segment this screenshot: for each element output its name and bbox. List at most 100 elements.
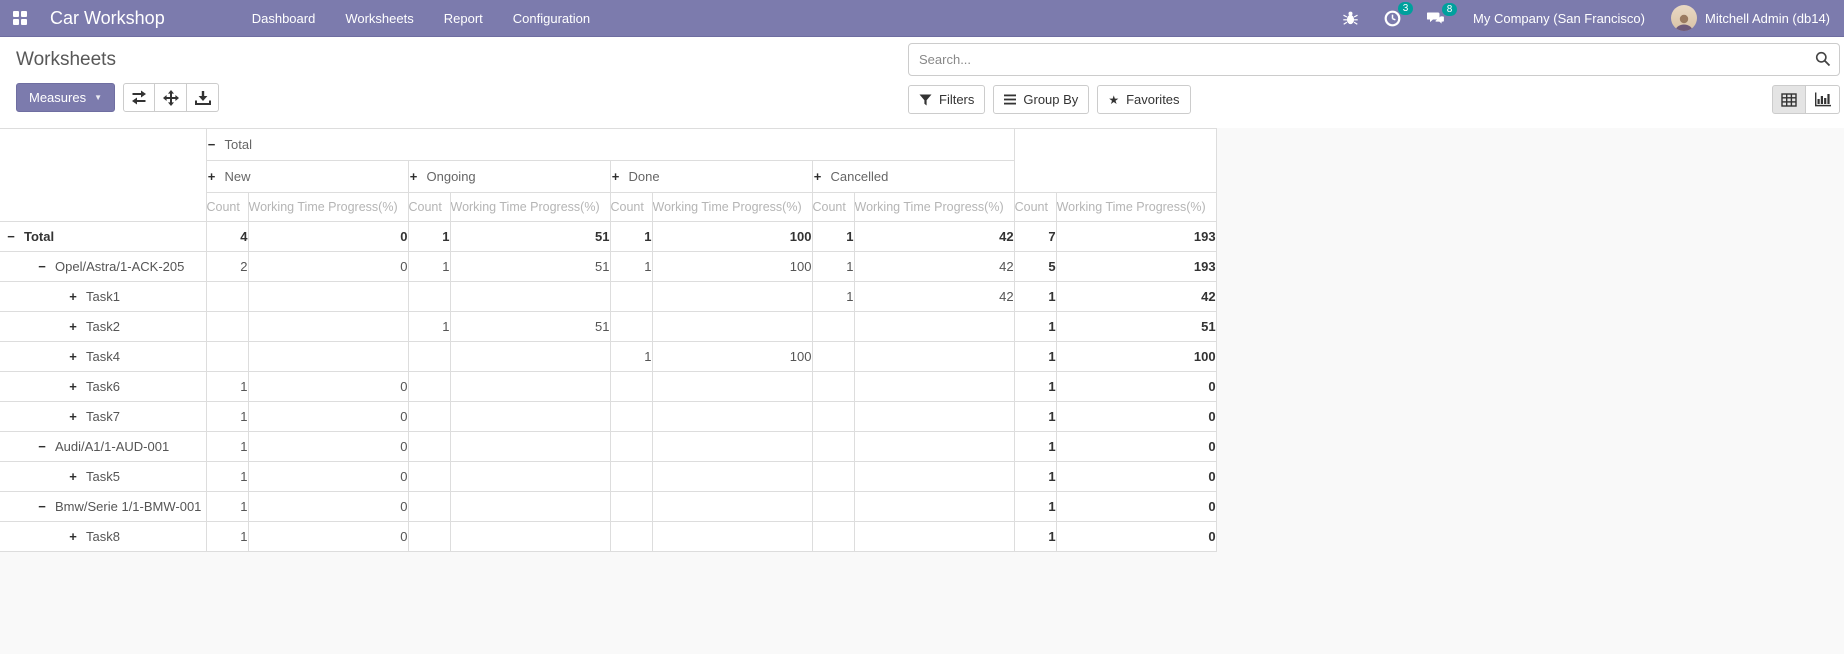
row-label: Task8: [86, 529, 120, 544]
col-group-cancelled[interactable]: +Cancelled: [812, 161, 1014, 193]
row-header-task4[interactable]: +Task4: [0, 342, 206, 372]
row-header-bmw-serie-1-1-bmw-001[interactable]: −Bmw/Serie 1/1-BMW-001: [0, 492, 206, 522]
pivot-cell: [408, 492, 450, 522]
col-group-total[interactable]: −Total: [206, 129, 1014, 161]
pivot-cell: [652, 522, 812, 552]
search-icon[interactable]: [1815, 51, 1831, 67]
pivot-cell: [450, 402, 610, 432]
pivot-cell: [408, 522, 450, 552]
user-menu[interactable]: Mitchell Admin (db14): [1705, 11, 1830, 26]
measure-header-working-time-progress[interactable]: Working Time Progress(%): [450, 193, 610, 222]
pivot-cell: 1: [408, 252, 450, 282]
row-label: Task4: [86, 349, 120, 364]
activities-button[interactable]: 3: [1384, 10, 1401, 27]
activity-count-badge: 3: [1398, 2, 1413, 15]
pivot-cell: [450, 492, 610, 522]
pivot-cell: 0: [248, 372, 408, 402]
row-label: Total: [24, 229, 54, 244]
table-row: +Task51010: [0, 462, 1216, 492]
apps-grid-icon: [13, 11, 27, 25]
row-header-task7[interactable]: +Task7: [0, 402, 206, 432]
pivot-cell: [812, 492, 854, 522]
row-header-task1[interactable]: +Task1: [0, 282, 206, 312]
measure-header-working-time-progress[interactable]: Working Time Progress(%): [854, 193, 1014, 222]
navbar-right: 3 8 My Company (San Francisco) Mitchell …: [1317, 5, 1844, 31]
pivot-cell: [854, 432, 1014, 462]
row-label: Audi/A1/1-AUD-001: [55, 439, 169, 454]
pivot-cell: [652, 432, 812, 462]
pivot-cell: 42: [854, 222, 1014, 252]
pivot-cell: [206, 312, 248, 342]
filters-button[interactable]: Filters: [908, 85, 985, 114]
pivot-cell: 42: [854, 252, 1014, 282]
pivot-cell: 100: [652, 222, 812, 252]
pivot-cell: 0: [248, 252, 408, 282]
expand-icon: +: [68, 409, 78, 424]
pivot-cell: 193: [1056, 252, 1216, 282]
pivot-cell: 7: [1014, 222, 1056, 252]
pivot-cell: 1: [1014, 312, 1056, 342]
favorites-button[interactable]: ★ Favorites: [1097, 85, 1190, 114]
pivot-cell: 0: [248, 462, 408, 492]
pivot-cell: 0: [1056, 492, 1216, 522]
row-header-task5[interactable]: +Task5: [0, 462, 206, 492]
measure-header-count[interactable]: Count: [408, 193, 450, 222]
measure-header-count[interactable]: Count: [812, 193, 854, 222]
row-header-task2[interactable]: +Task2: [0, 312, 206, 342]
menu-item-dashboard[interactable]: Dashboard: [237, 11, 331, 26]
exchange-icon: [131, 90, 147, 105]
row-header-audi-a1-1-aud-001[interactable]: −Audi/A1/1-AUD-001: [0, 432, 206, 462]
col-group-new[interactable]: +New: [206, 161, 408, 193]
expand-all-button[interactable]: [155, 83, 187, 112]
col-group-done[interactable]: +Done: [610, 161, 812, 193]
pivot-cell: [812, 402, 854, 432]
search-input[interactable]: [908, 43, 1840, 76]
row-header-opel-astra-1-ack-205[interactable]: −Opel/Astra/1-ACK-205: [0, 252, 206, 282]
flip-axis-button[interactable]: [123, 83, 155, 112]
pivot-cell: 193: [1056, 222, 1216, 252]
menu-item-configuration[interactable]: Configuration: [498, 11, 605, 26]
pivot-cell: [652, 312, 812, 342]
measure-header-count[interactable]: Count: [206, 193, 248, 222]
pivot-cell: [450, 282, 610, 312]
pivot-cell: 1: [1014, 462, 1056, 492]
apps-menu-button[interactable]: [0, 0, 40, 37]
pivot-cell: [408, 282, 450, 312]
messages-button[interactable]: 8: [1427, 11, 1445, 26]
pivot-cell: [206, 342, 248, 372]
pivot-cell: [610, 402, 652, 432]
row-header-task6[interactable]: +Task6: [0, 372, 206, 402]
pivot-cell: 1: [206, 432, 248, 462]
table-row: +Task411001100: [0, 342, 1216, 372]
control-panel: Worksheets Measures ▼: [0, 37, 1844, 128]
measure-header-working-time-progress[interactable]: Working Time Progress(%): [652, 193, 812, 222]
col-group-ongoing[interactable]: +Ongoing: [408, 161, 610, 193]
pivot-cell: 1: [610, 222, 652, 252]
pivot-cell: 1: [1014, 372, 1056, 402]
pivot-cell: 51: [450, 312, 610, 342]
debug-menu-button[interactable]: [1343, 10, 1358, 26]
measure-header-count[interactable]: Count: [610, 193, 652, 222]
app-title: Car Workshop: [50, 8, 165, 29]
menu-item-worksheets[interactable]: Worksheets: [330, 11, 428, 26]
pivot-table: −Total +New +Ongoing +Done +Cancelled Co…: [0, 128, 1217, 552]
pivot-cell: [854, 462, 1014, 492]
avatar[interactable]: [1671, 5, 1697, 31]
expand-icon: +: [68, 319, 78, 334]
group-by-button[interactable]: Group By: [993, 85, 1089, 114]
pivot-cell: 42: [1056, 282, 1216, 312]
company-switcher[interactable]: My Company (San Francisco): [1473, 11, 1645, 26]
row-header-total[interactable]: −Total: [0, 222, 206, 252]
measure-header-count[interactable]: Count: [1014, 193, 1056, 222]
pivot-view-button[interactable]: [1772, 85, 1806, 114]
pivot-cell: 51: [450, 252, 610, 282]
measures-button[interactable]: Measures ▼: [16, 83, 115, 112]
menu-item-report[interactable]: Report: [429, 11, 498, 26]
measure-header-working-time-progress[interactable]: Working Time Progress(%): [1056, 193, 1216, 222]
row-header-task8[interactable]: +Task8: [0, 522, 206, 552]
graph-view-button[interactable]: [1806, 85, 1840, 114]
pivot-cell: 1: [206, 372, 248, 402]
table-row: +Task2151151: [0, 312, 1216, 342]
download-button[interactable]: [187, 83, 219, 112]
measure-header-working-time-progress[interactable]: Working Time Progress(%): [248, 193, 408, 222]
